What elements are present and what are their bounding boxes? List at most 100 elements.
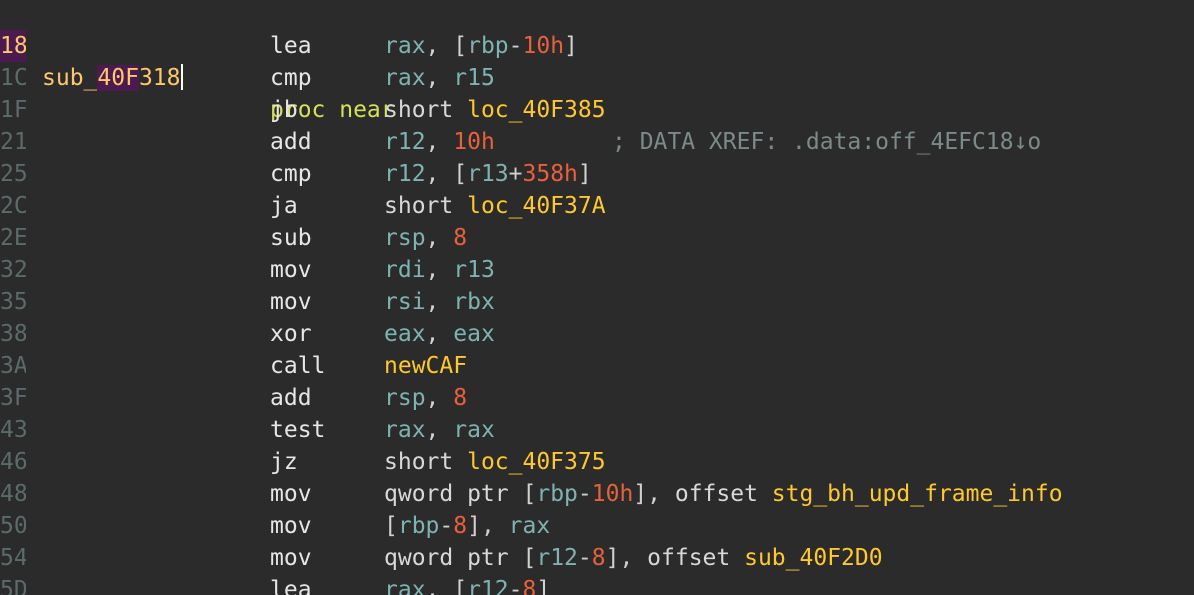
mnemonic[interactable]: lea (270, 30, 312, 62)
keyword-token: offset (674, 481, 772, 507)
operands[interactable]: rdi, r13 (384, 254, 495, 286)
mnemonic[interactable]: lea (270, 574, 312, 595)
symbol-reference[interactable]: loc_40F375 (467, 449, 605, 475)
number-token: 8 (522, 577, 537, 595)
address-column: 50 (0, 513, 26, 539)
instruction-row[interactable]: 54 mov qword ptr [r12-8], offset sub_40F2D… (0, 542, 1194, 574)
punctuation-token: ], (467, 513, 509, 539)
operands[interactable]: qword ptr [r12-8], offset sub_40F2D0 (384, 542, 883, 574)
address-column: 5D (0, 577, 26, 595)
symbol-reference[interactable]: stg_bh_upd_frame_info (772, 481, 1063, 507)
operands[interactable]: short loc_40F375 (384, 446, 606, 478)
register-token[interactable]: rax (384, 33, 426, 59)
instruction-row[interactable]: 1C cmp rax, r15 (0, 62, 1194, 94)
operands[interactable]: eax, eax (384, 318, 495, 350)
operands[interactable]: rsp, 8 (384, 382, 467, 414)
operands[interactable]: short loc_40F385 (384, 94, 606, 126)
instruction-row[interactable]: 25 cmp r12, [r13+358h] (0, 158, 1194, 190)
instruction-row[interactable]: 5D lea rax, [r12-8] (0, 574, 1194, 595)
register-token[interactable]: r12 (384, 129, 426, 155)
mnemonic[interactable]: cmp (270, 158, 312, 190)
instruction-row[interactable]: 43 test rax, rax (0, 414, 1194, 446)
operands[interactable]: qword ptr [rbp-10h], offset stg_bh_upd_f… (384, 478, 1063, 510)
mnemonic[interactable]: mov (270, 286, 312, 318)
instruction-row[interactable]: 2C ja short loc_40F37A (0, 190, 1194, 222)
instruction-row[interactable]: 3F add rsp, 8 (0, 382, 1194, 414)
symbol-reference[interactable]: loc_40F385 (467, 97, 605, 123)
punctuation-token: - (508, 577, 523, 595)
instruction-row[interactable]: 38 xor eax, eax (0, 318, 1194, 350)
instruction-row[interactable]: 48 mov qword ptr [rbp-10h], offset stg_bh_… (0, 478, 1194, 510)
mnemonic[interactable]: ja (270, 190, 298, 222)
operands[interactable]: short loc_40F37A (384, 190, 606, 222)
register-token[interactable]: eax (384, 321, 426, 347)
operands[interactable]: rax, [rbp-10h] (384, 30, 578, 62)
mnemonic[interactable]: mov (270, 542, 312, 574)
address-column: 38 (0, 321, 26, 347)
mnemonic[interactable]: mov (270, 478, 312, 510)
instruction-row[interactable]: 46 jz short loc_40F375 (0, 446, 1194, 478)
mnemonic[interactable]: add (270, 382, 312, 414)
register-token[interactable]: r12 (467, 577, 509, 595)
register-token[interactable]: rax (384, 417, 426, 443)
address-column: 48 (0, 481, 26, 507)
register-token[interactable]: rax (509, 513, 551, 539)
symbol-reference[interactable]: sub_40F2D0 (744, 545, 882, 571)
operands[interactable]: rax, rax (384, 414, 495, 446)
register-token[interactable]: r12 (536, 545, 578, 571)
instruction-row[interactable]: 35 mov rsi, rbx (0, 286, 1194, 318)
register-token[interactable]: r12 (384, 161, 426, 187)
mnemonic[interactable]: jz (270, 446, 298, 478)
register-token[interactable]: r13 (467, 161, 509, 187)
mnemonic[interactable]: mov (270, 510, 312, 542)
register-token[interactable]: r15 (453, 65, 495, 91)
mnemonic[interactable]: call (270, 350, 325, 382)
register-token[interactable]: eax (453, 321, 495, 347)
register-token[interactable]: rbp (536, 481, 578, 507)
register-token[interactable]: rax (384, 65, 426, 91)
operands[interactable]: r12, [r13+358h] (384, 158, 592, 190)
mnemonic[interactable]: xor (270, 318, 312, 350)
operands[interactable]: rax, [r12-8] (384, 574, 550, 595)
mnemonic[interactable]: cmp (270, 62, 312, 94)
operands[interactable]: newCAF (384, 350, 467, 382)
register-token[interactable]: rdi (384, 257, 426, 283)
instruction-row[interactable]: 18 lea rax, [rbp-10h] (0, 30, 1194, 62)
register-token[interactable]: rsp (384, 385, 426, 411)
operands[interactable]: r12, 10h (384, 126, 495, 158)
operands[interactable]: rsi, rbx (384, 286, 495, 318)
punctuation-token: ], (605, 545, 648, 571)
operands[interactable]: [rbp-8], rax (384, 510, 550, 542)
operands[interactable]: rsp, 8 (384, 222, 467, 254)
address-column: 1F (0, 97, 26, 123)
symbol-reference[interactable]: newCAF (384, 353, 467, 379)
symbol-reference[interactable]: loc_40F37A (467, 193, 605, 219)
address-column: 3A (0, 353, 26, 379)
register-token[interactable]: rbx (453, 289, 495, 315)
register-token[interactable]: rax (453, 417, 495, 443)
instruction-row[interactable]: 2E sub rsp, 8 (0, 222, 1194, 254)
punctuation-token: [ (522, 481, 537, 507)
address-column: 32 (0, 257, 26, 283)
instruction-row[interactable]: 3A call newCAF (0, 350, 1194, 382)
mnemonic[interactable]: add (270, 126, 312, 158)
mnemonic[interactable]: test (270, 414, 325, 446)
disassembly-view[interactable]: 18 sub_40F318 proc near ; DATA XREF: .da… (0, 0, 1194, 595)
operands[interactable]: rax, r15 (384, 62, 495, 94)
punctuation-token: , (425, 129, 454, 155)
mnemonic[interactable]: sub (270, 222, 312, 254)
proc-header-row[interactable]: 18 sub_40F318 proc near ; DATA XREF: .da… (0, 0, 1194, 155)
instruction-row[interactable]: 32 mov rdi, r13 (0, 254, 1194, 286)
register-token[interactable]: rbp (467, 33, 509, 59)
register-token[interactable]: rsp (384, 225, 426, 251)
mnemonic[interactable]: jb (270, 94, 298, 126)
number-token: 358h (522, 161, 578, 187)
register-token[interactable]: rsi (384, 289, 426, 315)
register-token[interactable]: r13 (453, 257, 495, 283)
mnemonic[interactable]: mov (270, 254, 312, 286)
instruction-row[interactable]: 21 add r12, 10h (0, 126, 1194, 158)
register-token[interactable]: rax (384, 577, 426, 595)
register-token[interactable]: rbp (398, 513, 440, 539)
instruction-row[interactable]: 50 mov [rbp-8], rax (0, 510, 1194, 542)
instruction-row[interactable]: 1F jb short loc_40F385 (0, 94, 1194, 126)
